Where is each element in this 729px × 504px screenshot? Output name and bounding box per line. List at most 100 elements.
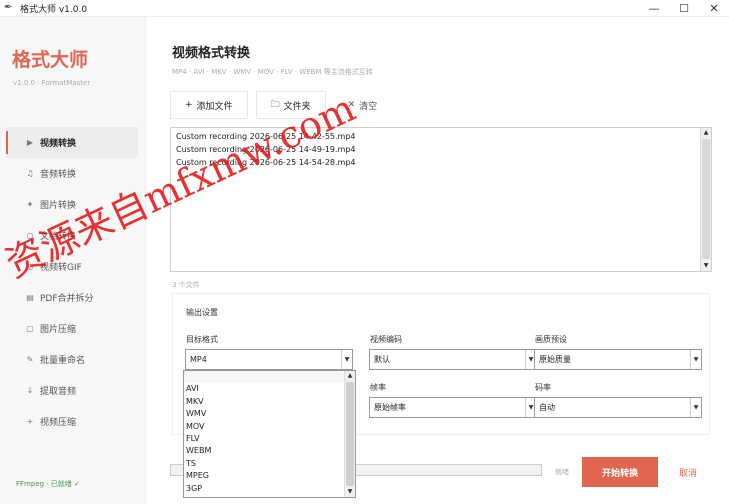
chevron-down-icon: ▼ bbox=[690, 398, 701, 417]
arrow-down-icon: ↓ bbox=[26, 386, 34, 395]
square-icon: ▢ bbox=[26, 324, 34, 333]
scroll-down-icon[interactable]: ▼ bbox=[701, 261, 711, 271]
plus-icon: + bbox=[26, 417, 34, 426]
sidebar-item-video-convert[interactable]: ▶ 视频转换 bbox=[6, 127, 138, 158]
file-list-scrollbar[interactable]: ▲ ▼ bbox=[700, 128, 711, 271]
dropdown-option[interactable]: TS bbox=[184, 458, 344, 470]
video-codec-label: 视频编码 bbox=[370, 335, 402, 344]
status-text: 就绪 bbox=[555, 468, 569, 476]
sidebar-item-audio-convert[interactable]: ♫ 音频转换 bbox=[6, 158, 138, 189]
target-format-label: 目标格式 bbox=[186, 335, 218, 344]
scrollbar-thumb[interactable] bbox=[346, 382, 354, 486]
quality-preset-select[interactable]: 原始质量 ▼ bbox=[534, 349, 702, 370]
page-subtitle: MP4 · AVI · MKV · WMV · MOV · FLV · WEBM… bbox=[172, 68, 373, 76]
sidebar-item-image-convert[interactable]: ✦ 图片转换 bbox=[6, 189, 138, 220]
add-file-button[interactable]: + 添加文件 bbox=[170, 91, 248, 119]
window-title: 格式大师 v1.0.0 bbox=[20, 4, 88, 15]
brand-title: 格式大师 bbox=[12, 49, 89, 71]
sidebar-item-label: 视频压缩 bbox=[40, 418, 77, 428]
framerate-select[interactable]: 原始帧率 ▼ bbox=[369, 397, 537, 418]
ffmpeg-status: FFmpeg · 已就绪 ✓ bbox=[16, 480, 80, 488]
file-list[interactable]: Custom recording 2026-06-25 14-42-55.mp4… bbox=[170, 127, 712, 272]
sidebar-item-label: 提取音频 bbox=[40, 387, 77, 397]
dropdown-option[interactable]: MPEG bbox=[184, 470, 344, 482]
quality-preset-value: 原始质量 bbox=[539, 355, 571, 364]
dropdown-option[interactable]: MOV bbox=[184, 421, 344, 433]
file-toolbar: + 添加文件 🗀 文件夹 ✕ 清空 bbox=[170, 91, 399, 119]
file-count: 3 个文件 bbox=[172, 281, 200, 289]
list-item[interactable]: Custom recording 2026-06-25 14-42-55.mp4 bbox=[171, 130, 711, 143]
start-convert-button[interactable]: 开始转换 bbox=[582, 457, 658, 487]
play-icon: ▶ bbox=[26, 138, 34, 147]
sidebar: 格式大师 v1.0.0 · FormatMaster ▶ 视频转换 ♫ 音频转换… bbox=[0, 17, 146, 504]
add-file-label: 添加文件 bbox=[196, 101, 233, 112]
pencil-icon: ✎ bbox=[26, 355, 34, 364]
sidebar-item-pdf-merge-split[interactable]: ▤ PDF合并拆分 bbox=[6, 282, 138, 313]
dropdown-option[interactable] bbox=[184, 371, 344, 384]
version-label: v1.0.0 · FormatMaster bbox=[13, 79, 91, 87]
sidebar-item-label: 音频转换 bbox=[40, 170, 77, 180]
target-format-select[interactable]: MP4 ▼ bbox=[185, 349, 353, 370]
sidebar-item-label: 文档转换 bbox=[40, 232, 77, 242]
dropdown-option[interactable]: 3GP bbox=[184, 483, 344, 495]
scroll-down-icon[interactable]: ▼ bbox=[345, 487, 355, 497]
scroll-up-icon[interactable]: ▲ bbox=[701, 128, 711, 138]
sidebar-item-label: 视频转换 bbox=[40, 139, 77, 149]
add-folder-button[interactable]: 🗀 文件夹 bbox=[255, 91, 326, 119]
folder-icon: 🗀 bbox=[270, 100, 280, 110]
dropdown-option[interactable]: WMV bbox=[184, 408, 344, 420]
cancel-button[interactable]: 取消 bbox=[668, 457, 708, 487]
clear-label: 清空 bbox=[359, 101, 378, 112]
sidebar-nav: ▶ 视频转换 ♫ 音频转换 ✦ 图片转换 ○ 文档转换 ◎ 视频转GIF ▤ P… bbox=[6, 127, 138, 437]
window-controls: — ☐ ✕ bbox=[639, 0, 729, 17]
bitrate-value: 自动 bbox=[539, 403, 555, 412]
sidebar-item-label: 批量重命名 bbox=[40, 356, 86, 366]
sidebar-item-video-to-gif[interactable]: ◎ 视频转GIF bbox=[6, 251, 138, 282]
quality-preset-label: 画质预设 bbox=[535, 335, 567, 344]
chevron-down-icon: ▼ bbox=[341, 350, 352, 369]
dropdown-option[interactable]: WEBM bbox=[184, 445, 344, 457]
add-folder-label: 文件夹 bbox=[283, 101, 311, 112]
minimize-button[interactable]: — bbox=[639, 0, 669, 17]
title-bar: ✒ 格式大师 v1.0.0 — ☐ ✕ bbox=[0, 0, 729, 17]
sidebar-item-image-compress[interactable]: ▢ 图片压缩 bbox=[6, 313, 138, 344]
sidebar-item-label: 图片压缩 bbox=[40, 325, 77, 335]
dropdown-option[interactable]: FLV bbox=[184, 433, 344, 445]
framerate-label: 帧率 bbox=[370, 383, 386, 392]
list-item[interactable]: Custom recording 2026-06-25 14-54-28.mp4 bbox=[171, 156, 711, 169]
clear-button[interactable]: ✕ 清空 bbox=[334, 91, 392, 119]
music-note-icon: ♫ bbox=[26, 169, 34, 178]
chevron-down-icon: ▼ bbox=[690, 350, 701, 369]
app-feather-icon: ✒ bbox=[4, 2, 13, 13]
video-codec-select[interactable]: 默认 ▼ bbox=[369, 349, 537, 370]
close-button[interactable]: ✕ bbox=[699, 0, 729, 17]
format-dropdown-list[interactable]: AVI MKV WMV MOV FLV WEBM TS MPEG 3GP ▲ ▼ bbox=[183, 370, 356, 498]
sparkle-icon: ✦ bbox=[26, 200, 34, 209]
bitrate-label: 码率 bbox=[535, 383, 551, 392]
target-format-value: MP4 bbox=[190, 355, 207, 364]
sidebar-item-label: PDF合并拆分 bbox=[40, 294, 94, 304]
sidebar-item-label: 视频转GIF bbox=[40, 263, 82, 273]
sidebar-item-video-compress[interactable]: + 视频压缩 bbox=[6, 406, 138, 437]
sidebar-item-label: 图片转换 bbox=[40, 201, 77, 211]
sidebar-item-document-convert[interactable]: ○ 文档转换 bbox=[6, 220, 138, 251]
close-icon: ✕ bbox=[347, 100, 356, 110]
bitrate-select[interactable]: 自动 ▼ bbox=[534, 397, 702, 418]
dropdown-scrollbar[interactable]: ▲ ▼ bbox=[344, 371, 355, 497]
framerate-value: 原始帧率 bbox=[374, 403, 406, 412]
dropdown-option[interactable]: AVI bbox=[184, 383, 344, 395]
document-icon: ▤ bbox=[26, 293, 34, 302]
plus-icon: + bbox=[185, 100, 193, 110]
settings-title: 输出设置 bbox=[186, 308, 218, 317]
sidebar-item-batch-rename[interactable]: ✎ 批量重命名 bbox=[6, 344, 138, 375]
maximize-button[interactable]: ☐ bbox=[669, 0, 699, 17]
target-icon: ◎ bbox=[26, 262, 34, 271]
list-item[interactable]: Custom recording 2026-06-25 14-49-19.mp4 bbox=[171, 143, 711, 156]
sidebar-item-extract-audio[interactable]: ↓ 提取音频 bbox=[6, 375, 138, 406]
page-title: 视频格式转换 bbox=[172, 46, 251, 61]
circle-icon: ○ bbox=[26, 231, 34, 240]
scrollbar-thumb[interactable] bbox=[702, 139, 710, 259]
video-codec-value: 默认 bbox=[374, 355, 390, 364]
dropdown-option[interactable]: MKV bbox=[184, 396, 344, 408]
scroll-up-icon[interactable]: ▲ bbox=[345, 371, 355, 381]
